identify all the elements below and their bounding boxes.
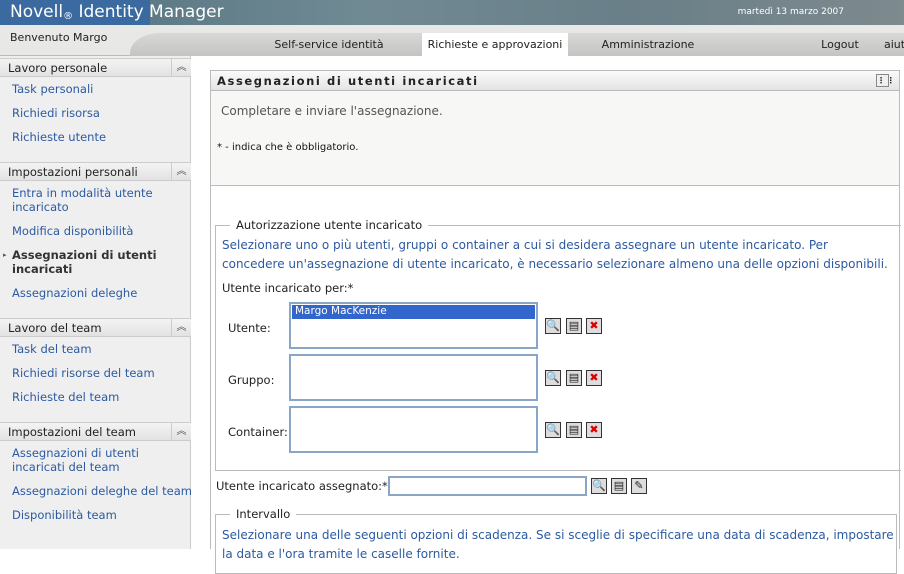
search-user-icon[interactable]: 🔍 bbox=[545, 318, 561, 334]
page-title-text: Assegnazioni di utenti incaricati bbox=[217, 74, 479, 88]
sidebar-item-user-requests[interactable]: Richieste utente bbox=[12, 130, 192, 144]
registered-mark: ® bbox=[63, 11, 74, 22]
sidebar-item-enter-proxy-mode[interactable]: Entra in modalità utente incaricato bbox=[12, 186, 162, 214]
fieldset-legend: Autorizzazione utente incaricato bbox=[230, 218, 429, 232]
container-listbox[interactable] bbox=[289, 406, 538, 453]
sidebar-item-delegate-assignments[interactable]: Assegnazioni deleghe bbox=[12, 286, 192, 300]
assigned-proxy-label: Utente incaricato assegnato:* bbox=[216, 479, 388, 493]
top-nav: Benvenuto Margo Self-service identità Ri… bbox=[0, 25, 904, 56]
tab-requests-approvals[interactable]: Richieste e approvazioni bbox=[422, 33, 568, 56]
grid-menu-icon[interactable]: ⋮⋮ bbox=[876, 74, 895, 87]
section-title: Lavoro personale bbox=[8, 61, 108, 75]
logout-link[interactable]: Logout bbox=[815, 33, 865, 56]
brand-name: Novell bbox=[10, 2, 64, 22]
help-link[interactable]: aiuto bbox=[884, 33, 904, 56]
selected-user[interactable]: Margo MacKenzie bbox=[292, 305, 535, 319]
section-title: Lavoro del team bbox=[8, 321, 102, 335]
remove-user-icon[interactable]: ✖ bbox=[586, 318, 602, 334]
assigned-proxy-input[interactable] bbox=[388, 476, 587, 496]
auth-description: Selezionare uno o più utenti, gruppi o c… bbox=[222, 238, 888, 271]
remove-container-icon[interactable]: ✖ bbox=[586, 422, 602, 438]
collapse-icon[interactable]: ︽ bbox=[171, 319, 191, 336]
interval-description: Selezionare una delle seguenti opzioni d… bbox=[222, 528, 894, 561]
sidebar: Lavoro personale ︽ Task personali Richied… bbox=[0, 56, 192, 549]
container-label: Container: bbox=[228, 425, 288, 439]
history-proxy-icon[interactable]: ▤ bbox=[611, 478, 627, 494]
product-name: Identity Manager bbox=[73, 2, 224, 22]
sidebar-item-request-resource[interactable]: Richiedi risorsa bbox=[12, 106, 192, 120]
sidebar-item-proxy-assignments[interactable]: Assegnazioni di utenti incaricati bbox=[3, 248, 162, 276]
section-header-personal-settings[interactable]: Impostazioni personali ︽ bbox=[0, 162, 191, 181]
history-user-icon[interactable]: ▤ bbox=[566, 318, 582, 334]
sidebar-item-request-team-resources[interactable]: Richiedi risorse del team bbox=[12, 366, 192, 380]
collapse-icon[interactable]: ︽ bbox=[171, 423, 191, 440]
group-listbox[interactable] bbox=[289, 354, 538, 401]
sidebar-item-edit-availability[interactable]: Modifica disponibilità bbox=[12, 224, 192, 238]
history-group-icon[interactable]: ▤ bbox=[566, 370, 582, 386]
section-header-team-work[interactable]: Lavoro del team ︽ bbox=[0, 318, 191, 337]
search-proxy-icon[interactable]: 🔍 bbox=[591, 478, 607, 494]
user-listbox[interactable]: Margo MacKenzie bbox=[289, 302, 538, 349]
page-title: Assegnazioni di utenti incaricati ⋮⋮ bbox=[211, 71, 899, 91]
section-header-personal-work[interactable]: Lavoro personale ︽ bbox=[0, 58, 191, 77]
tab-administration[interactable]: Amministrazione bbox=[590, 33, 706, 56]
proxy-for-label: Utente incaricato per:* bbox=[222, 281, 354, 295]
collapse-icon[interactable]: ︽ bbox=[171, 59, 191, 76]
remove-group-icon[interactable]: ✖ bbox=[586, 370, 602, 386]
edit-proxy-icon[interactable]: ✎ bbox=[631, 478, 647, 494]
welcome-text: Benvenuto Margo bbox=[10, 31, 108, 44]
history-container-icon[interactable]: ▤ bbox=[566, 422, 582, 438]
current-date: martedì 13 marzo 2007 bbox=[737, 7, 844, 17]
sidebar-item-team-requests[interactable]: Richieste del team bbox=[12, 390, 192, 404]
section-header-team-settings[interactable]: Impostazioni del team ︽ bbox=[0, 422, 191, 441]
search-group-icon[interactable]: 🔍 bbox=[545, 370, 561, 386]
app-logo: Novell® Identity Manager bbox=[0, 0, 224, 25]
sidebar-item-team-delegate-assignments[interactable]: Assegnazioni deleghe del team bbox=[12, 484, 192, 498]
collapse-icon[interactable]: ︽ bbox=[171, 163, 191, 180]
user-label: Utente: bbox=[228, 321, 271, 335]
interval-fieldset: Intervallo Selezionare una delle seguent… bbox=[215, 507, 897, 574]
intro-text: Completare e inviare l'assegnazione. bbox=[221, 104, 443, 118]
section-title: Impostazioni del team bbox=[8, 425, 136, 439]
section-title: Impostazioni personali bbox=[8, 165, 138, 179]
sidebar-item-team-proxy-assignments[interactable]: Assegnazioni di utenti incaricati del te… bbox=[12, 446, 192, 474]
proxy-authorization-fieldset: Autorizzazione utente incaricato Selezio… bbox=[215, 218, 901, 471]
search-container-icon[interactable]: 🔍 bbox=[545, 422, 561, 438]
intro-section: Completare e inviare l'assegnazione. * -… bbox=[211, 91, 899, 186]
group-label: Gruppo: bbox=[228, 373, 275, 387]
tab-self-service[interactable]: Self-service identità bbox=[260, 33, 398, 56]
required-note: * - indica che è obbligatorio. bbox=[217, 142, 359, 153]
fieldset-legend: Intervallo bbox=[230, 507, 297, 521]
sidebar-item-personal-tasks[interactable]: Task personali bbox=[12, 82, 192, 96]
main-panel: Assegnazioni di utenti incaricati ⋮⋮ Comp… bbox=[210, 70, 901, 574]
sidebar-item-team-availability[interactable]: Disponibilità team bbox=[12, 508, 192, 522]
sidebar-item-team-tasks[interactable]: Task del team bbox=[12, 342, 192, 356]
